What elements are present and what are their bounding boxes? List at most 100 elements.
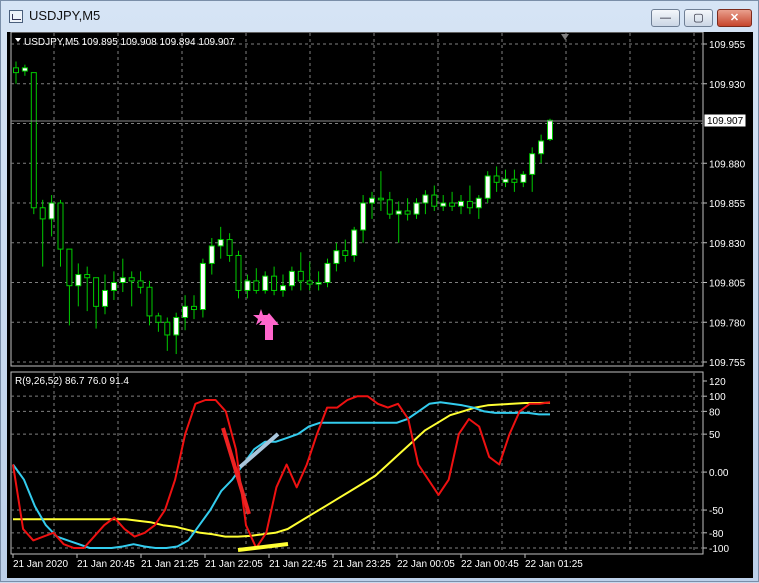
candle-body	[475, 197, 482, 209]
chart-svg[interactable]: USDJPY,M5 109.895 109.908 109.894 109.90…	[7, 31, 753, 578]
time-tick-label: 21 Jan 23:25	[333, 559, 391, 570]
candle-body	[235, 254, 242, 291]
terminal-window: USDJPY,M5 — ▢ ✕ USDJPY,M5 109.895 109.90…	[0, 0, 759, 582]
current-price-label: 109.907	[707, 116, 744, 127]
candle-body	[529, 153, 536, 175]
candle-body	[199, 262, 206, 311]
candle-body	[119, 277, 126, 283]
candle-body	[538, 140, 545, 155]
indicator-tick-label: -50	[709, 506, 724, 517]
price-tick-label: 109.805	[709, 279, 746, 290]
candle-body	[288, 270, 295, 287]
candle-body	[484, 175, 491, 199]
candle-body	[66, 248, 73, 287]
candle-body	[547, 119, 553, 140]
candle-body	[110, 282, 117, 291]
candle-body	[413, 202, 420, 215]
indicator-pane[interactable]: R(9,26,52) 86.7 76.0 91.4 120 100 80 50 0.00…	[10, 371, 729, 555]
candle-body	[21, 67, 28, 72]
time-tick-label: 21 Jan 2020	[13, 559, 68, 570]
candle-body	[369, 197, 375, 204]
candle-body	[84, 274, 91, 279]
candle-body	[342, 250, 349, 256]
price-tick-label: 109.780	[709, 318, 746, 329]
chart-area[interactable]: USDJPY,M5 109.895 109.908 109.894 109.90…	[7, 31, 753, 578]
price-tick-label: 109.930	[709, 80, 746, 91]
candle-body	[182, 305, 189, 318]
candle-body	[431, 194, 438, 207]
candle-body	[315, 282, 322, 285]
candle-body	[520, 173, 527, 183]
candle-body	[244, 280, 251, 291]
candle-body	[253, 280, 260, 291]
candle-body	[93, 277, 100, 307]
time-tick-label: 21 Jan 22:45	[269, 559, 327, 570]
candle-body	[13, 67, 19, 74]
candle-body	[173, 316, 180, 336]
candle-body	[75, 274, 82, 287]
price-axis[interactable]: 109.955109.930109.905109.880109.855109.8…	[703, 40, 746, 369]
close-button[interactable]: ✕	[717, 9, 752, 27]
candle-body	[191, 305, 197, 311]
indicator-tick-label: 0.00	[709, 468, 729, 479]
candle-body	[262, 275, 269, 291]
maximize-button[interactable]: ▢	[684, 9, 713, 27]
candle-body	[39, 207, 46, 220]
price-tick-label: 109.830	[709, 239, 746, 250]
price-tick-label: 109.755	[709, 358, 746, 369]
candle-body	[102, 289, 108, 307]
time-tick-label: 22 Jan 01:25	[525, 559, 583, 570]
candle-body	[511, 178, 518, 183]
candle-body	[449, 202, 456, 207]
candle-body	[128, 277, 135, 282]
minimize-button[interactable]: —	[651, 9, 680, 27]
window-title: USDJPY,M5	[29, 8, 101, 23]
price-header: USDJPY,M5 109.895 109.908 109.894 109.90…	[24, 37, 235, 48]
indicator-header: R(9,26,52) 86.7 76.0 91.4	[15, 376, 129, 387]
price-pane-frame	[10, 31, 704, 367]
candle-body	[404, 210, 411, 215]
indicator-tick-label: 80	[709, 407, 721, 418]
candle-body	[333, 250, 340, 264]
chart-window-icon	[9, 10, 23, 23]
price-tick-label: 109.880	[709, 159, 746, 170]
candle-body	[324, 262, 331, 283]
candle-body	[57, 202, 64, 250]
time-tick-label: 22 Jan 00:45	[461, 559, 519, 570]
candle-body	[377, 197, 384, 201]
candle-body	[48, 202, 55, 220]
time-tick-label: 21 Jan 22:05	[205, 559, 263, 570]
time-tick-label: 21 Jan 20:45	[77, 559, 135, 570]
candle-body	[297, 270, 304, 282]
indicator-tick-label: 120	[709, 377, 726, 388]
indicator-tick-label: -80	[709, 529, 724, 540]
candle-body	[466, 200, 473, 209]
price-tick-label: 109.855	[709, 199, 746, 210]
title-bar[interactable]: USDJPY,M5 — ▢ ✕	[1, 1, 758, 31]
candle-body	[137, 280, 144, 288]
indicator-axis[interactable]: 120 100 80 50 0.00 -50 -80 -100	[703, 377, 729, 555]
candle-body	[458, 200, 464, 207]
candle-body	[422, 194, 429, 204]
candle-body	[164, 321, 171, 336]
candle-body	[360, 202, 367, 231]
candle-body	[306, 280, 313, 285]
candle-body	[217, 239, 224, 247]
price-tick-label: 109.955	[709, 40, 746, 51]
candle-body	[395, 210, 402, 215]
candle-body	[30, 72, 37, 209]
candle-body	[386, 199, 393, 215]
time-axis[interactable]: 21 Jan 2020 21 Jan 20:45 21 Jan 21:25 21 Ja…	[12, 554, 583, 570]
indicator-tick-label: -100	[709, 544, 729, 555]
time-tick-label: 21 Jan 21:25	[141, 559, 199, 570]
indicator-tick-label: 100	[709, 392, 726, 403]
indicator-pane-frame	[10, 371, 704, 555]
candle-body	[440, 202, 447, 207]
candle-body	[155, 315, 162, 323]
candle-body	[271, 275, 278, 291]
candle-body	[280, 285, 286, 291]
indicator-tick-label: 50	[709, 430, 721, 441]
time-tick-label: 22 Jan 00:05	[397, 559, 455, 570]
price-pane[interactable]: USDJPY,M5 109.895 109.908 109.894 109.90…	[10, 31, 747, 369]
candle-body	[208, 245, 215, 264]
